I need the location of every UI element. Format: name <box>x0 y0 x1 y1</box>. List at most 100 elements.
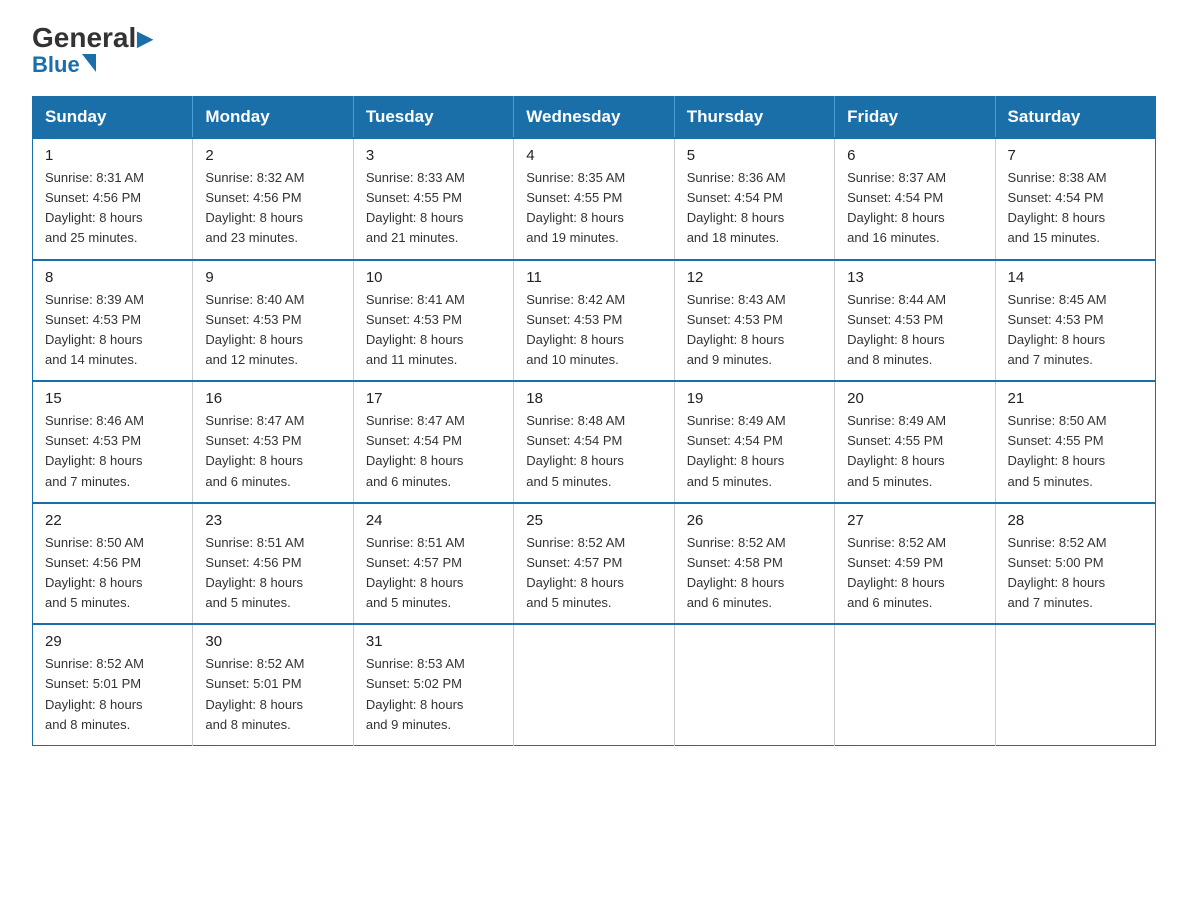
day-info: Sunrise: 8:51 AMSunset: 4:56 PMDaylight:… <box>205 533 340 614</box>
calendar-table: SundayMondayTuesdayWednesdayThursdayFrid… <box>32 96 1156 746</box>
day-number: 24 <box>366 512 501 529</box>
day-info: Sunrise: 8:31 AMSunset: 4:56 PMDaylight:… <box>45 168 180 249</box>
day-number: 5 <box>687 147 822 164</box>
calendar-cell: 29 Sunrise: 8:52 AMSunset: 5:01 PMDayligh… <box>33 624 193 745</box>
day-number: 2 <box>205 147 340 164</box>
day-number: 29 <box>45 633 180 650</box>
calendar-cell: 6 Sunrise: 8:37 AMSunset: 4:54 PMDaylight… <box>835 138 995 260</box>
col-header-saturday: Saturday <box>995 97 1155 139</box>
day-number: 1 <box>45 147 180 164</box>
day-info: Sunrise: 8:52 AMSunset: 5:01 PMDaylight:… <box>205 654 340 735</box>
day-info: Sunrise: 8:50 AMSunset: 4:55 PMDaylight:… <box>1008 411 1143 492</box>
day-info: Sunrise: 8:52 AMSunset: 4:58 PMDaylight:… <box>687 533 822 614</box>
day-number: 6 <box>847 147 982 164</box>
calendar-cell: 14 Sunrise: 8:45 AMSunset: 4:53 PMDayligh… <box>995 260 1155 382</box>
day-number: 18 <box>526 390 661 407</box>
calendar-cell: 4 Sunrise: 8:35 AMSunset: 4:55 PMDaylight… <box>514 138 674 260</box>
calendar-cell: 31Sunrise: 8:53 AMSunset: 5:02 PMDayligh… <box>353 624 513 745</box>
day-info: Sunrise: 8:44 AMSunset: 4:53 PMDaylight:… <box>847 290 982 371</box>
day-info: Sunrise: 8:52 AMSunset: 4:57 PMDaylight:… <box>526 533 661 614</box>
col-header-monday: Monday <box>193 97 353 139</box>
calendar-cell <box>995 624 1155 745</box>
logo-blue-text: Blue <box>32 54 96 76</box>
calendar-header-row: SundayMondayTuesdayWednesdayThursdayFrid… <box>33 97 1156 139</box>
col-header-friday: Friday <box>835 97 995 139</box>
calendar-cell: 10 Sunrise: 8:41 AMSunset: 4:53 PMDayligh… <box>353 260 513 382</box>
calendar-week-row: 1 Sunrise: 8:31 AMSunset: 4:56 PMDaylight… <box>33 138 1156 260</box>
calendar-cell: 3 Sunrise: 8:33 AMSunset: 4:55 PMDaylight… <box>353 138 513 260</box>
day-info: Sunrise: 8:41 AMSunset: 4:53 PMDaylight:… <box>366 290 501 371</box>
day-number: 19 <box>687 390 822 407</box>
logo-general-text: General▶ <box>32 24 153 52</box>
calendar-cell: 18Sunrise: 8:48 AMSunset: 4:54 PMDayligh… <box>514 381 674 503</box>
day-number: 15 <box>45 390 180 407</box>
calendar-cell: 21 Sunrise: 8:50 AMSunset: 4:55 PMDayligh… <box>995 381 1155 503</box>
calendar-cell <box>835 624 995 745</box>
day-info: Sunrise: 8:40 AMSunset: 4:53 PMDaylight:… <box>205 290 340 371</box>
day-number: 4 <box>526 147 661 164</box>
day-number: 13 <box>847 269 982 286</box>
calendar-cell: 27 Sunrise: 8:52 AMSunset: 4:59 PMDayligh… <box>835 503 995 625</box>
day-number: 8 <box>45 269 180 286</box>
calendar-cell <box>674 624 834 745</box>
calendar-cell: 24Sunrise: 8:51 AMSunset: 4:57 PMDayligh… <box>353 503 513 625</box>
day-number: 31 <box>366 633 501 650</box>
day-number: 21 <box>1008 390 1143 407</box>
day-number: 25 <box>526 512 661 529</box>
calendar-cell: 20 Sunrise: 8:49 AMSunset: 4:55 PMDayligh… <box>835 381 995 503</box>
day-info: Sunrise: 8:52 AMSunset: 4:59 PMDaylight:… <box>847 533 982 614</box>
day-info: Sunrise: 8:43 AMSunset: 4:53 PMDaylight:… <box>687 290 822 371</box>
day-number: 10 <box>366 269 501 286</box>
logo-triangle-icon <box>82 54 96 72</box>
day-info: Sunrise: 8:37 AMSunset: 4:54 PMDaylight:… <box>847 168 982 249</box>
logo-arrow-icon: ▶ <box>137 28 152 50</box>
calendar-cell: 23Sunrise: 8:51 AMSunset: 4:56 PMDayligh… <box>193 503 353 625</box>
calendar-cell: 28 Sunrise: 8:52 AMSunset: 5:00 PMDayligh… <box>995 503 1155 625</box>
day-info: Sunrise: 8:36 AMSunset: 4:54 PMDaylight:… <box>687 168 822 249</box>
day-info: Sunrise: 8:50 AMSunset: 4:56 PMDaylight:… <box>45 533 180 614</box>
day-info: Sunrise: 8:33 AMSunset: 4:55 PMDaylight:… <box>366 168 501 249</box>
calendar-cell: 30 Sunrise: 8:52 AMSunset: 5:01 PMDayligh… <box>193 624 353 745</box>
calendar-cell: 22 Sunrise: 8:50 AMSunset: 4:56 PMDayligh… <box>33 503 193 625</box>
day-number: 7 <box>1008 147 1143 164</box>
day-number: 20 <box>847 390 982 407</box>
day-info: Sunrise: 8:39 AMSunset: 4:53 PMDaylight:… <box>45 290 180 371</box>
day-number: 27 <box>847 512 982 529</box>
calendar-cell <box>514 624 674 745</box>
calendar-cell: 9 Sunrise: 8:40 AMSunset: 4:53 PMDaylight… <box>193 260 353 382</box>
day-info: Sunrise: 8:49 AMSunset: 4:54 PMDaylight:… <box>687 411 822 492</box>
day-number: 17 <box>366 390 501 407</box>
day-info: Sunrise: 8:42 AMSunset: 4:53 PMDaylight:… <box>526 290 661 371</box>
calendar-cell: 25 Sunrise: 8:52 AMSunset: 4:57 PMDayligh… <box>514 503 674 625</box>
day-number: 9 <box>205 269 340 286</box>
day-number: 30 <box>205 633 340 650</box>
calendar-cell: 7Sunrise: 8:38 AMSunset: 4:54 PMDaylight… <box>995 138 1155 260</box>
calendar-cell: 12 Sunrise: 8:43 AMSunset: 4:53 PMDayligh… <box>674 260 834 382</box>
day-number: 16 <box>205 390 340 407</box>
day-info: Sunrise: 8:49 AMSunset: 4:55 PMDaylight:… <box>847 411 982 492</box>
col-header-wednesday: Wednesday <box>514 97 674 139</box>
day-info: Sunrise: 8:45 AMSunset: 4:53 PMDaylight:… <box>1008 290 1143 371</box>
day-number: 22 <box>45 512 180 529</box>
day-number: 28 <box>1008 512 1143 529</box>
calendar-cell: 26 Sunrise: 8:52 AMSunset: 4:58 PMDayligh… <box>674 503 834 625</box>
calendar-cell: 8 Sunrise: 8:39 AMSunset: 4:53 PMDaylight… <box>33 260 193 382</box>
day-info: Sunrise: 8:47 AMSunset: 4:53 PMDaylight:… <box>205 411 340 492</box>
day-number: 26 <box>687 512 822 529</box>
calendar-cell: 13 Sunrise: 8:44 AMSunset: 4:53 PMDayligh… <box>835 260 995 382</box>
day-info: Sunrise: 8:52 AMSunset: 5:01 PMDaylight:… <box>45 654 180 735</box>
day-info: Sunrise: 8:32 AMSunset: 4:56 PMDaylight:… <box>205 168 340 249</box>
day-number: 11 <box>526 269 661 286</box>
day-info: Sunrise: 8:35 AMSunset: 4:55 PMDaylight:… <box>526 168 661 249</box>
calendar-week-row: 22 Sunrise: 8:50 AMSunset: 4:56 PMDayligh… <box>33 503 1156 625</box>
day-info: Sunrise: 8:46 AMSunset: 4:53 PMDaylight:… <box>45 411 180 492</box>
day-number: 14 <box>1008 269 1143 286</box>
logo: General▶ Blue <box>32 24 153 76</box>
calendar-cell: 11 Sunrise: 8:42 AMSunset: 4:53 PMDayligh… <box>514 260 674 382</box>
calendar-week-row: 8 Sunrise: 8:39 AMSunset: 4:53 PMDaylight… <box>33 260 1156 382</box>
col-header-tuesday: Tuesday <box>353 97 513 139</box>
day-number: 3 <box>366 147 501 164</box>
day-info: Sunrise: 8:52 AMSunset: 5:00 PMDaylight:… <box>1008 533 1143 614</box>
calendar-cell: 2 Sunrise: 8:32 AMSunset: 4:56 PMDaylight… <box>193 138 353 260</box>
day-number: 12 <box>687 269 822 286</box>
